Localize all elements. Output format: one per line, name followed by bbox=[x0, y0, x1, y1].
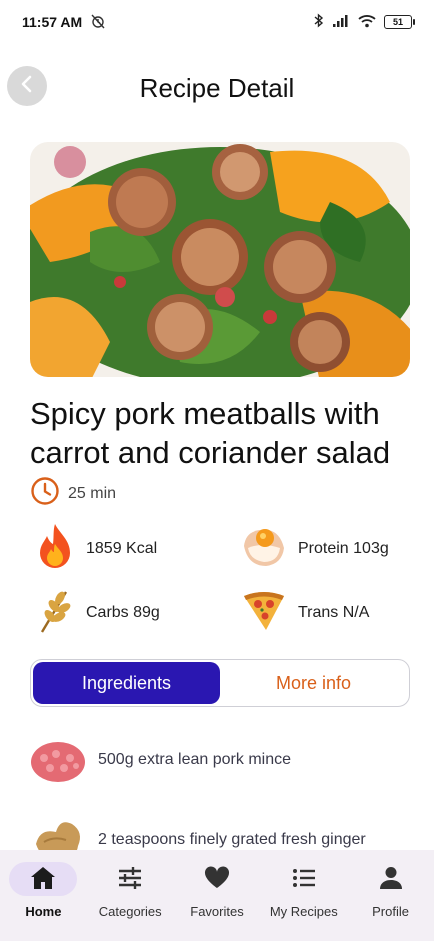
nutrition-calories: 1859 Kcal bbox=[36, 522, 157, 575]
sliders-icon bbox=[117, 866, 143, 893]
battery-level: 51 bbox=[392, 17, 403, 27]
ingredient-text: 2 teaspoons finely grated fresh ginger bbox=[98, 831, 366, 848]
trans-label: Trans N/A bbox=[298, 603, 370, 621]
detail-tabs: Ingredients More info bbox=[30, 659, 410, 707]
nutrition-carbs: Carbs 89g bbox=[36, 586, 160, 639]
nav-profile-label: Profile bbox=[372, 904, 409, 919]
alarm-off-icon bbox=[90, 13, 106, 32]
wheat-icon bbox=[36, 586, 74, 639]
tab-ingredients[interactable]: Ingredients bbox=[33, 662, 220, 704]
nav-my-recipes-label: My Recipes bbox=[269, 904, 338, 919]
nav-home-label: Home bbox=[25, 904, 62, 919]
tab-more-info[interactable]: More info bbox=[220, 662, 407, 704]
calories-label: 1859 Kcal bbox=[86, 539, 158, 557]
heart-icon bbox=[204, 865, 230, 893]
nav-categories[interactable]: Categories bbox=[90, 862, 170, 941]
nav-favorites[interactable]: Favorites bbox=[177, 862, 257, 941]
wifi-icon bbox=[358, 14, 376, 31]
nutrition-protein: Protein 103g bbox=[240, 522, 389, 575]
status-bar: 11:57 AM 51 bbox=[0, 0, 434, 44]
nav-categories-label: Categories bbox=[98, 904, 162, 919]
fire-icon bbox=[36, 522, 74, 575]
bottom-navigation: Home Categories Favorites My Recipes Pro… bbox=[0, 850, 434, 941]
nutrition-trans: Trans N/A bbox=[240, 586, 369, 639]
page-title: Recipe Detail bbox=[139, 73, 295, 103]
ingredient-item: 500g extra lean pork mince bbox=[30, 734, 291, 786]
home-icon bbox=[30, 866, 56, 893]
status-time: 11:57 AM bbox=[22, 14, 83, 30]
pizza-icon bbox=[240, 586, 286, 639]
bluetooth-icon bbox=[314, 13, 324, 31]
pork-mince-image bbox=[30, 734, 86, 786]
recipe-title: Spicy pork meatballs with carrot and cor… bbox=[30, 396, 391, 470]
signal-icon bbox=[332, 14, 350, 31]
nav-my-recipes[interactable]: My Recipes bbox=[264, 862, 344, 941]
ingredient-text: 500g extra lean pork mince bbox=[98, 751, 291, 768]
person-icon bbox=[378, 866, 404, 893]
clock-icon bbox=[30, 476, 60, 511]
nav-home[interactable]: Home bbox=[3, 862, 83, 941]
carbs-label: Carbs 89g bbox=[86, 603, 160, 621]
cook-time-value: 25 min bbox=[68, 484, 117, 502]
protein-label: Protein 103g bbox=[298, 539, 389, 557]
recipe-image bbox=[30, 142, 410, 377]
list-icon bbox=[291, 866, 317, 893]
battery-icon: 51 bbox=[384, 15, 415, 29]
nav-favorites-label: Favorites bbox=[190, 904, 244, 919]
cook-time: 25 min bbox=[30, 476, 116, 511]
nav-profile[interactable]: Profile bbox=[351, 862, 431, 941]
egg-icon bbox=[240, 522, 286, 575]
